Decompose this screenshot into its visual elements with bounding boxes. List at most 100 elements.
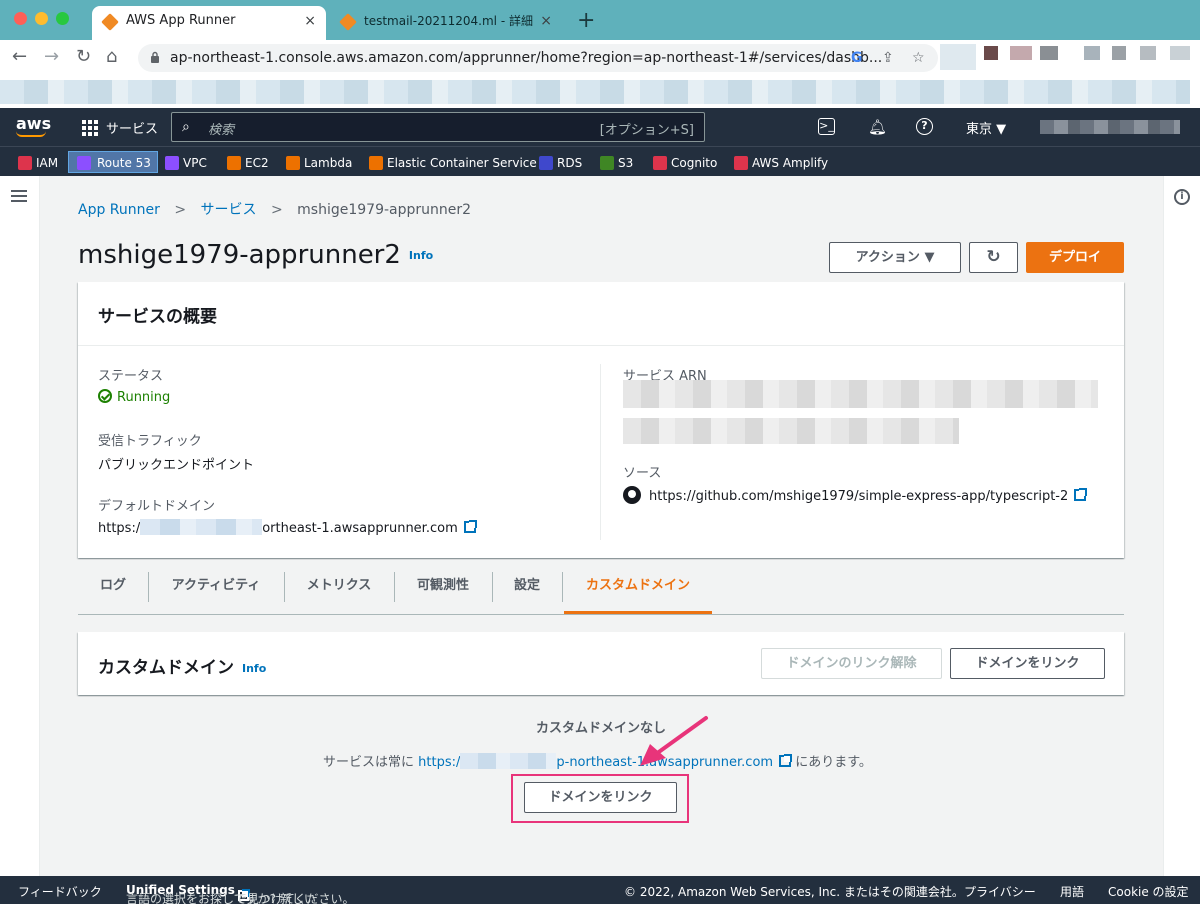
- window-minimize-dot[interactable]: [35, 12, 48, 25]
- google-icon[interactable]: G: [851, 48, 863, 68]
- aws-top-nav: aws サービス ⌕ 検索 [オプション+S] >_ 🔔︎ ? 東京 ▼: [0, 108, 1200, 146]
- help-icon[interactable]: ?: [916, 118, 933, 135]
- fav-label: Cognito: [671, 156, 718, 170]
- github-icon: [623, 486, 641, 504]
- fav-label: RDS: [557, 156, 583, 170]
- fav-vpc[interactable]: VPC: [165, 152, 207, 174]
- bookmarks-bar-redacted: [0, 76, 1200, 108]
- home-button[interactable]: ⌂: [106, 44, 117, 70]
- fav-route53[interactable]: Route 53: [68, 151, 158, 173]
- actions-button[interactable]: アクション ▼: [829, 242, 961, 273]
- browser-tab-strip: AWS App Runner × testmail-20211204.ml - …: [0, 0, 1200, 40]
- aws-smile-icon: [16, 131, 46, 137]
- services-menu[interactable]: サービス: [106, 118, 158, 137]
- check-circle-icon: [98, 389, 112, 403]
- right-tools-rail: [1163, 176, 1200, 876]
- info-link[interactable]: Info: [409, 249, 433, 262]
- search-placeholder: 検索: [208, 123, 235, 138]
- search-shortcut: [オプション+S]: [599, 123, 694, 138]
- privacy-link[interactable]: プライバシー: [964, 883, 1036, 900]
- aws-logo[interactable]: aws: [16, 114, 51, 137]
- link-domain-button[interactable]: ドメインをリンク: [950, 648, 1105, 679]
- external-link-icon: [1074, 488, 1088, 501]
- tab-settings[interactable]: 設定: [492, 570, 562, 614]
- default-domain-label: デフォルトドメイン: [98, 499, 216, 514]
- browser-tab-testmail[interactable]: testmail-20211204.ml - 詳細 ×: [330, 6, 562, 40]
- account-menu-redacted[interactable]: [1040, 120, 1180, 134]
- service-url-link[interactable]: https:/p-northeast-1.awsapprunner.com: [418, 753, 773, 770]
- default-domain-link[interactable]: https:/ ortheast-1.awsapprunner.com: [98, 519, 477, 536]
- cookie-settings-link[interactable]: Cookie の設定: [1108, 883, 1189, 900]
- window-close-dot[interactable]: [14, 12, 27, 25]
- region-selector[interactable]: 東京 ▼: [966, 118, 1006, 137]
- address-bar[interactable]: ap-northeast-1.console.aws.amazon.com/ap…: [138, 44, 938, 72]
- fav-s3[interactable]: S3: [600, 152, 633, 174]
- annotation-arrow-icon: [640, 716, 708, 766]
- source-url: https://github.com/mshige1979/simple-exp…: [649, 489, 1069, 504]
- reload-button[interactable]: ↻: [76, 44, 91, 70]
- fav-cognito[interactable]: Cognito: [653, 152, 717, 174]
- language-notice: 言語の選択をお探しですか? 新しい Unified Settings で見つけて…: [126, 883, 355, 904]
- service-overview-panel: サービスの概要: [78, 282, 1124, 558]
- notifications-bell-icon[interactable]: 🔔︎: [868, 118, 887, 136]
- overview-header: サービスの概要: [78, 282, 1124, 346]
- desc-prefix: サービスは常に: [323, 755, 415, 770]
- traffic-label: 受信トラフィック: [98, 434, 202, 449]
- annotation-highlight-box: [511, 774, 689, 823]
- ecs-icon: [369, 156, 383, 170]
- aws-search-input[interactable]: ⌕ 検索 [オプション+S]: [171, 112, 705, 142]
- redacted-url: [460, 753, 557, 769]
- info-link[interactable]: Info: [242, 662, 266, 675]
- rds-icon: [539, 156, 553, 170]
- status-value: Running: [98, 389, 170, 405]
- tab-metrics[interactable]: メトリクス: [284, 570, 394, 614]
- share-icon[interactable]: ⇪: [882, 48, 894, 68]
- terms-link[interactable]: 用語: [1060, 883, 1084, 900]
- cloudshell-icon[interactable]: >_: [818, 118, 835, 135]
- feedback-link[interactable]: フィードバック: [18, 883, 102, 900]
- back-button[interactable]: ←: [12, 44, 27, 70]
- fav-rds[interactable]: RDS: [539, 152, 582, 174]
- arn-value-redacted: [623, 380, 1098, 408]
- fav-label: Elastic Container Service: [387, 156, 537, 170]
- breadcrumb-apprunner[interactable]: App Runner: [78, 202, 160, 218]
- favorites-bar: IAM Route 53 VPC EC2 Lambda Elastic Cont…: [0, 146, 1200, 176]
- deploy-button[interactable]: デプロイ: [1026, 242, 1124, 273]
- forward-button[interactable]: →: [44, 44, 59, 70]
- chevron-right-icon: >: [174, 202, 187, 218]
- tab-activity[interactable]: アクティビティ: [148, 570, 284, 614]
- bookmark-star-icon[interactable]: ☆: [912, 48, 925, 68]
- breadcrumb: App Runner > サービス > mshige1979-apprunner…: [78, 199, 471, 219]
- services-grid-icon[interactable]: [82, 120, 98, 136]
- refresh-button[interactable]: ↻: [969, 242, 1018, 273]
- vpc-icon: [165, 156, 179, 170]
- fav-iam[interactable]: IAM: [18, 152, 58, 174]
- url-prefix: https:/: [418, 755, 461, 770]
- tab-close-icon[interactable]: ×: [540, 6, 552, 36]
- tab-close-icon[interactable]: ×: [304, 6, 316, 36]
- breadcrumb-services[interactable]: サービス: [201, 202, 257, 218]
- fav-label: Route 53: [97, 156, 151, 170]
- tab-title: testmail-20211204.ml - 詳細: [364, 14, 533, 28]
- aws-cube-icon: [101, 13, 119, 31]
- tab-observability[interactable]: 可観測性: [394, 570, 492, 614]
- amplify-icon: [734, 156, 748, 170]
- fav-ecs[interactable]: Elastic Container Service: [369, 152, 537, 174]
- menu-hamburger-icon[interactable]: [11, 190, 27, 202]
- fav-amplify[interactable]: AWS Amplify: [734, 152, 828, 174]
- redacted-domain: [140, 519, 263, 535]
- page-title-text: mshige1979-apprunner2: [78, 240, 401, 270]
- fav-lambda[interactable]: Lambda: [286, 152, 352, 174]
- tab-custom-domains[interactable]: カスタムドメイン: [564, 570, 712, 614]
- info-panel-icon[interactable]: i: [1174, 189, 1190, 205]
- window-zoom-dot[interactable]: [56, 12, 69, 25]
- tab-logs[interactable]: ログ: [78, 570, 148, 614]
- chevron-right-icon: >: [270, 202, 283, 218]
- new-tab-button[interactable]: +: [577, 8, 595, 34]
- fav-ec2[interactable]: EC2: [227, 152, 269, 174]
- browser-tab-apprunner[interactable]: AWS App Runner ×: [92, 6, 326, 40]
- search-icon: ⌕: [182, 119, 190, 135]
- source-label: ソース: [623, 466, 662, 481]
- unlink-domain-button[interactable]: ドメインのリンク解除: [761, 648, 942, 679]
- source-link[interactable]: https://github.com/mshige1979/simple-exp…: [623, 486, 1088, 504]
